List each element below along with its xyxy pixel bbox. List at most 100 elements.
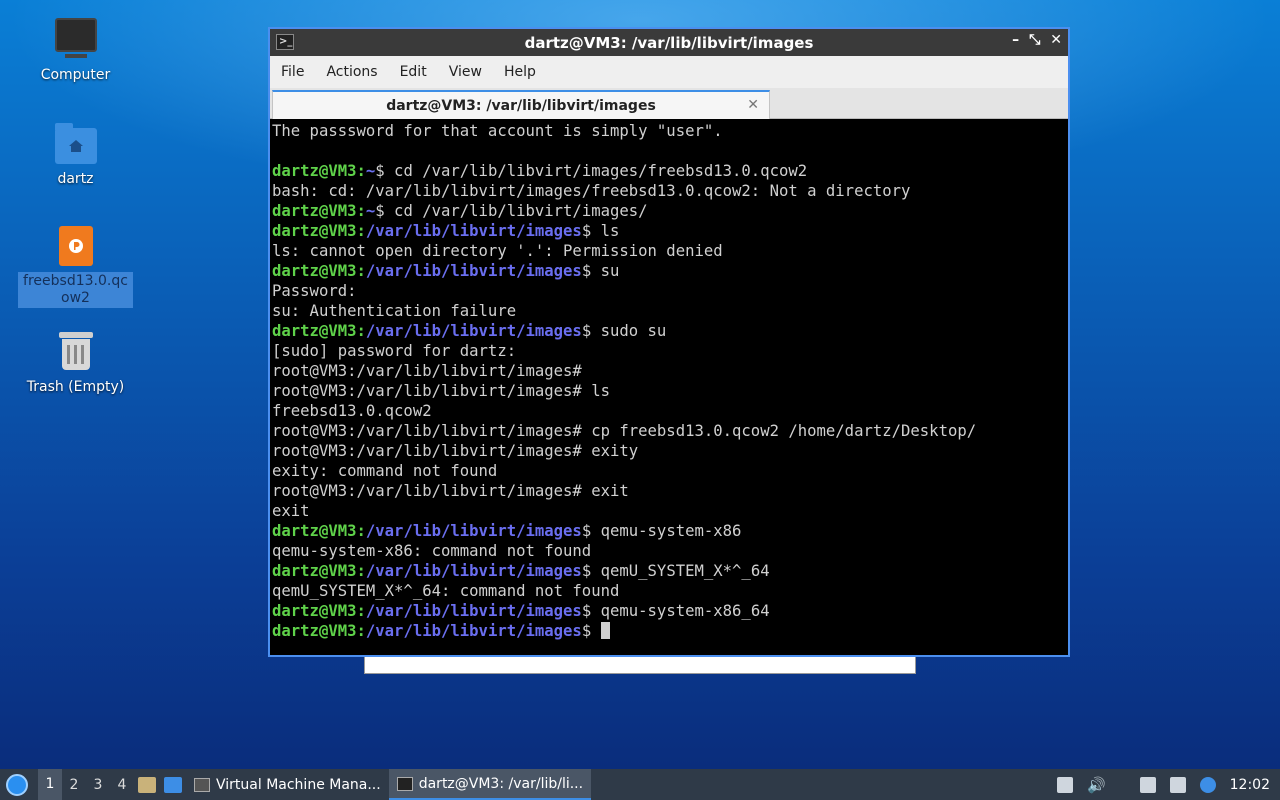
prompt-path: /var/lib/libvirt/images xyxy=(365,322,582,340)
terminal-output[interactable]: The passsword for that account is simply… xyxy=(270,119,1068,655)
prompt-user: dartz@VM3: xyxy=(272,562,366,580)
window-titlebar[interactable]: >_ dartz@VM3: /var/lib/libvirt/images – … xyxy=(270,29,1068,56)
tab-close-icon[interactable]: ✕ xyxy=(747,97,759,113)
home-folder-icon xyxy=(54,123,97,164)
computer-icon xyxy=(54,18,97,58)
command-text: $ xyxy=(581,622,601,640)
prompt-path: ~ xyxy=(365,202,376,220)
clipboard-icon[interactable] xyxy=(1139,776,1156,793)
prompt-user: dartz@VM3: xyxy=(272,522,366,540)
terminal-cursor xyxy=(600,622,610,639)
background-window-edge xyxy=(364,657,916,674)
task-virt-manager[interactable]: Virtual Machine Mana... xyxy=(186,769,389,800)
minimize-button[interactable]: – xyxy=(1012,32,1019,48)
prompt-path: /var/lib/libvirt/images xyxy=(365,622,582,640)
command-text: $ qemu-system-x86_64 xyxy=(581,602,770,620)
workspace-2[interactable]: 2 xyxy=(62,777,86,793)
desktop-icon-label: Trash (Empty) xyxy=(26,379,125,395)
prompt-path: ~ xyxy=(365,162,376,180)
command-text: $ cd /var/lib/libvirt/images/ xyxy=(375,202,648,220)
desktop-icon-home-folder[interactable]: dartz xyxy=(18,123,133,189)
file-manager-icon[interactable] xyxy=(138,776,156,793)
prompt-user: dartz@VM3: xyxy=(272,322,366,340)
terminal-line: ls: cannot open directory '.': Permissio… xyxy=(272,242,723,260)
menu-actions[interactable]: Actions xyxy=(315,64,388,80)
terminal-line: qemu-system-x86: command not found xyxy=(272,542,592,560)
menu-help[interactable]: Help xyxy=(493,64,547,80)
desktop-icon-trash[interactable]: Trash (Empty) xyxy=(18,332,133,397)
desktop-icon-label: freebsd13.0.qcow2 xyxy=(18,272,133,308)
task-label: dartz@VM3: /var/lib/li... xyxy=(418,775,584,792)
taskbar: 1 2 3 4 Virtual Machine Mana... dartz@VM… xyxy=(0,769,1280,800)
menu-bar: File Actions Edit View Help xyxy=(270,56,1068,88)
system-tray: 🔊 12:02 xyxy=(1056,776,1280,794)
command-text: $ cd /var/lib/libvirt/images/freebsd13.0… xyxy=(375,162,808,180)
desktop-icon-qcow2-file[interactable]: freebsd13.0.qcow2 xyxy=(18,226,133,308)
command-text: $ qemU_SYSTEM_X*^_64 xyxy=(581,562,770,580)
desktop-icon-label: dartz xyxy=(57,171,94,187)
terminal-line: dartz@VM3:/var/lib/libvirt/images$ su xyxy=(272,261,1068,281)
eject-icon[interactable] xyxy=(1056,776,1073,793)
terminal-line: exity: command not found xyxy=(272,462,498,480)
update-notifier-icon[interactable] xyxy=(1199,776,1216,793)
workspace-4[interactable]: 4 xyxy=(110,777,134,793)
volume-icon[interactable]: 🔊 xyxy=(1087,776,1106,794)
terminal-line: dartz@VM3:/var/lib/libvirt/images$ qemU_… xyxy=(272,561,1068,581)
start-menu-icon[interactable] xyxy=(6,773,28,796)
terminal-line: dartz@VM3:/var/lib/libvirt/images$ qemu-… xyxy=(272,601,1068,621)
prompt-user: dartz@VM3: xyxy=(272,622,366,640)
terminal-line: Password: xyxy=(272,282,357,300)
desktop-icon-computer[interactable]: Computer xyxy=(18,18,133,85)
terminal-line: dartz@VM3:~$ cd /var/lib/libvirt/images/ xyxy=(272,201,1068,221)
terminal-line: root@VM3:/var/lib/libvirt/images# exity xyxy=(272,442,639,460)
menu-view[interactable]: View xyxy=(438,64,493,80)
terminal-line: root@VM3:/var/lib/libvirt/images# ls xyxy=(272,382,610,400)
terminal-icon xyxy=(396,776,413,791)
prompt-path: /var/lib/libvirt/images xyxy=(365,222,582,240)
menu-file[interactable]: File xyxy=(270,64,315,80)
desktop-icon-label: Computer xyxy=(40,67,111,83)
workspace-3[interactable]: 3 xyxy=(86,777,110,793)
prompt-path: /var/lib/libvirt/images xyxy=(365,522,582,540)
command-text: $ su xyxy=(581,262,620,280)
task-terminal[interactable]: dartz@VM3: /var/lib/li... xyxy=(388,769,592,800)
prompt-user: dartz@VM3: xyxy=(272,262,366,280)
terminal-line: dartz@VM3:/var/lib/libvirt/images$ ls xyxy=(272,221,1068,241)
virt-manager-icon xyxy=(194,777,210,792)
terminal-line: root@VM3:/var/lib/libvirt/images# cp fre… xyxy=(272,422,977,440)
prompt-path: /var/lib/libvirt/images xyxy=(365,602,582,620)
network-icon[interactable] xyxy=(1169,776,1186,793)
prompt-path: /var/lib/libvirt/images xyxy=(365,562,582,580)
terminal-icon: >_ xyxy=(276,34,294,50)
close-button[interactable]: ✕ xyxy=(1050,32,1062,48)
trash-icon xyxy=(58,332,93,370)
terminal-line: bash: cd: /var/lib/libvirt/images/freebs… xyxy=(272,182,911,200)
clock[interactable]: 12:02 xyxy=(1230,777,1270,793)
tab-label: dartz@VM3: /var/lib/libvirt/images xyxy=(386,97,656,114)
prompt-user: dartz@VM3: xyxy=(272,202,366,220)
prompt-path: /var/lib/libvirt/images xyxy=(365,262,582,280)
tab-terminal[interactable]: dartz@VM3: /var/lib/libvirt/images ✕ xyxy=(272,90,770,119)
terminal-line: root@VM3:/var/lib/libvirt/images# xyxy=(272,362,582,380)
terminal-line: dartz@VM3:/var/lib/libvirt/images$ qemu-… xyxy=(272,521,1068,541)
prompt-user: dartz@VM3: xyxy=(272,222,366,240)
command-text: $ ls xyxy=(581,222,620,240)
terminal-line: The passsword for that account is simply… xyxy=(272,122,723,140)
terminal-window: >_ dartz@VM3: /var/lib/libvirt/images – … xyxy=(268,27,1070,657)
maximize-button[interactable]: ⤡ xyxy=(1029,32,1040,48)
terminal-line: [sudo] password for dartz: xyxy=(272,342,517,360)
workspace-1[interactable]: 1 xyxy=(38,769,62,800)
show-desktop-icon[interactable] xyxy=(164,776,182,793)
terminal-line: dartz@VM3:~$ cd /var/lib/libvirt/images/… xyxy=(272,161,1068,181)
prompt-user: dartz@VM3: xyxy=(272,162,366,180)
window-title: dartz@VM3: /var/lib/libvirt/images xyxy=(524,33,814,52)
terminal-line: root@VM3:/var/lib/libvirt/images# exit xyxy=(272,482,629,500)
menu-edit[interactable]: Edit xyxy=(389,64,438,80)
command-text: $ sudo su xyxy=(581,322,667,340)
terminal-line: su: Authentication failure xyxy=(272,302,517,320)
disk-image-file-icon xyxy=(58,226,93,266)
terminal-line: dartz@VM3:/var/lib/libvirt/images$ sudo … xyxy=(272,321,1068,341)
terminal-line: exit xyxy=(272,502,310,520)
task-label: Virtual Machine Mana... xyxy=(216,776,381,793)
